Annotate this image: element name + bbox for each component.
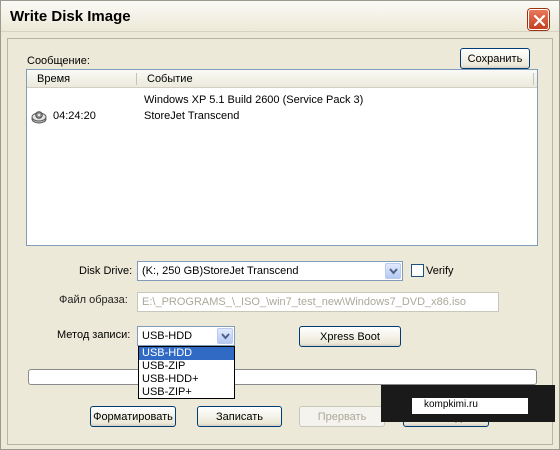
list-item[interactable]: 04:24:20 StoreJet Transcend: [27, 108, 537, 126]
watermark-text: kompkimi.ru: [424, 399, 478, 410]
chevron-down-icon: [389, 268, 398, 275]
list-header: Время Событие: [27, 70, 537, 88]
dropdown-arrow-button[interactable]: [217, 328, 233, 344]
event-time: 04:24:20: [53, 110, 96, 122]
disk-drive-icon: [31, 111, 47, 124]
message-label: Сообщение:: [27, 55, 90, 67]
write-button[interactable]: Записать: [197, 406, 282, 427]
image-file-field[interactable]: E:\_PROGRAMS_\_ISO_\win7_test_new\Window…: [137, 292, 499, 312]
event-text: Windows XP 5.1 Build 2600 (Service Pack …: [144, 94, 364, 106]
disk-drive-select[interactable]: (K:, 250 GB)StoreJet Transcend: [137, 261, 403, 281]
option-usb-zip[interactable]: USB-ZIP: [139, 360, 234, 373]
disk-drive-label: Disk Drive:: [79, 265, 133, 277]
verify-label[interactable]: Verify: [426, 265, 454, 277]
window-title: Write Disk Image: [10, 8, 131, 25]
option-usb-hdd[interactable]: USB-HDD: [139, 347, 234, 360]
close-icon: [533, 14, 546, 27]
watermark: kompkimi.ru: [381, 385, 555, 422]
xpress-boot-button[interactable]: Xpress Boot: [299, 326, 401, 347]
column-separator[interactable]: [136, 73, 137, 85]
event-log-list[interactable]: Время Событие Windows XP 5.1 Build 2600 …: [26, 69, 538, 246]
disk-drive-value: (K:, 250 GB)StoreJet Transcend: [142, 265, 299, 277]
dropdown-arrow-button[interactable]: [385, 263, 401, 279]
write-method-value: USB-HDD: [142, 330, 193, 342]
option-usb-zip-plus[interactable]: USB-ZIP+: [139, 386, 234, 399]
format-button[interactable]: Форматировать: [90, 406, 176, 427]
column-separator[interactable]: [533, 73, 534, 85]
write-method-dropdown-list[interactable]: USB-HDD USB-ZIP USB-HDD+ USB-ZIP+: [138, 346, 235, 399]
event-text: StoreJet Transcend: [144, 110, 240, 122]
image-file-path: E:\_PROGRAMS_\_ISO_\win7_test_new\Window…: [142, 296, 467, 308]
write-disk-image-window: Write Disk Image Сообщение: Сохранить Вр…: [0, 0, 560, 450]
image-file-label: Файл образа:: [59, 294, 128, 306]
abort-button[interactable]: Прервать: [299, 406, 385, 427]
column-time[interactable]: Время: [37, 73, 70, 85]
column-event[interactable]: Событие: [147, 73, 193, 85]
write-method-label: Метод записи:: [57, 329, 131, 341]
close-button[interactable]: [528, 9, 549, 30]
save-button[interactable]: Сохранить: [460, 48, 530, 69]
title-bar[interactable]: Write Disk Image: [1, 1, 559, 32]
chevron-down-icon: [221, 333, 230, 340]
progress-bar: [28, 369, 537, 385]
write-method-select[interactable]: USB-HDD: [137, 326, 235, 346]
option-usb-hdd-plus[interactable]: USB-HDD+: [139, 373, 234, 386]
verify-checkbox[interactable]: [411, 264, 424, 277]
watermark-box: kompkimi.ru: [412, 398, 528, 414]
